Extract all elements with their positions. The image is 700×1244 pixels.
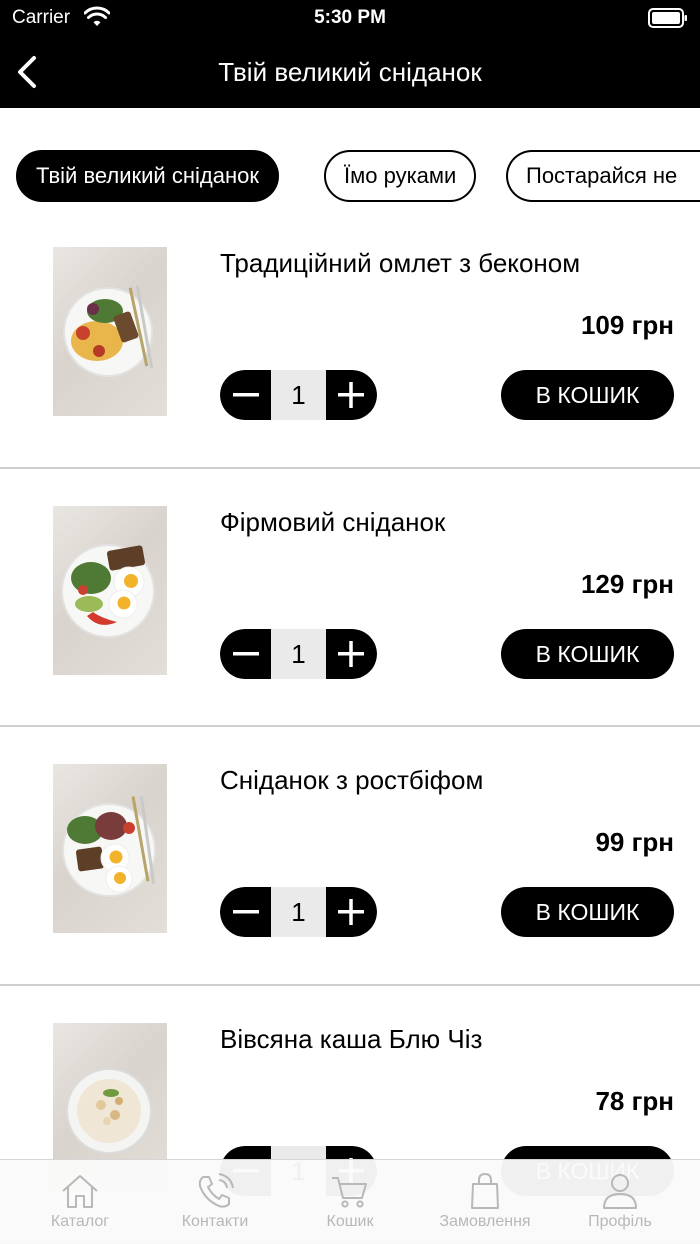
- shopping-bag-icon: [471, 1172, 499, 1209]
- product-card: Традиційний омлет з беконом 109 грн 1 В …: [0, 210, 700, 469]
- quantity-value: 1: [271, 887, 326, 937]
- decrease-button[interactable]: [220, 887, 271, 937]
- quantity-stepper: 1: [220, 887, 377, 937]
- minus-icon: [233, 393, 259, 397]
- tab-label: Контакти: [181, 1213, 249, 1230]
- product-card: Сніданок з ростбіфом 99 грн 1 В КОШИК: [0, 727, 700, 986]
- category-chips: Твій великий сніданок Їмо руками Постара…: [0, 150, 700, 204]
- tab-contacts[interactable]: Контакти: [145, 1160, 285, 1244]
- chip-category[interactable]: Їмо руками: [324, 150, 477, 202]
- chip-category[interactable]: Постарайся не: [506, 150, 700, 202]
- battery-icon: [648, 8, 688, 33]
- tab-orders[interactable]: Замовлення: [415, 1160, 555, 1244]
- decrease-button[interactable]: [220, 370, 271, 420]
- increase-button[interactable]: [326, 628, 377, 679]
- plus-icon: [338, 382, 364, 408]
- product-photo: [53, 247, 167, 416]
- quantity-value: 1: [271, 628, 326, 679]
- tab-label: Кошик: [326, 1213, 374, 1230]
- product-name: Вівсяна каша Блю Чіз: [220, 1023, 483, 1054]
- user-icon: [603, 1174, 637, 1209]
- minus-icon: [233, 651, 259, 655]
- product-photo: [53, 764, 167, 933]
- tab-label: Профіль: [588, 1213, 652, 1230]
- tab-label: Каталог: [50, 1213, 110, 1230]
- product-name: Традиційний омлет з беконом: [220, 248, 581, 278]
- nav-bar: Твій великий сніданок: [0, 36, 700, 108]
- product-name: Сніданок з ростбіфом: [220, 765, 484, 795]
- increase-button[interactable]: [326, 887, 377, 937]
- chip-category[interactable]: Твій великий сніданок: [16, 150, 279, 202]
- decrease-button[interactable]: [220, 628, 271, 679]
- tab-catalog[interactable]: Каталог: [10, 1160, 150, 1244]
- tab-bar: Каталог Контакти Кошик Замовлення Профіл…: [0, 1159, 700, 1244]
- quantity-value: 1: [271, 370, 326, 420]
- home-icon: [62, 1175, 98, 1208]
- product-price: 99 грн: [595, 827, 674, 857]
- plus-icon: [338, 899, 364, 925]
- product-price: 109 грн: [580, 310, 674, 340]
- product-card: Фірмовий сніданок 129 грн 1 В КОШИК: [0, 469, 700, 727]
- minus-icon: [233, 910, 259, 914]
- quantity-stepper: 1: [220, 370, 377, 420]
- status-bar: Carrier 5:30 PM: [0, 0, 700, 36]
- add-to-cart-button[interactable]: В КОШИК: [501, 887, 674, 937]
- add-to-cart-button[interactable]: В КОШИК: [501, 370, 674, 420]
- phone-icon: [198, 1173, 234, 1208]
- add-to-cart-button[interactable]: В КОШИК: [501, 628, 674, 679]
- tab-profile[interactable]: Профіль: [550, 1160, 690, 1244]
- product-price: 78 грн: [595, 1085, 674, 1116]
- increase-button[interactable]: [326, 370, 377, 420]
- plus-icon: [338, 640, 364, 667]
- product-list: Традиційний омлет з беконом 109 грн 1 В …: [0, 210, 700, 1244]
- product-price: 129 грн: [580, 568, 674, 599]
- page-title: Твій великий сніданок: [218, 57, 482, 87]
- product-photo: [53, 505, 167, 675]
- status-time: 5:30 PM: [314, 7, 386, 28]
- tab-label: Замовлення: [439, 1213, 531, 1230]
- product-name: Фірмовий сніданок: [220, 506, 446, 537]
- cart-icon: [332, 1177, 367, 1208]
- screen: Carrier 5:30 PM Твій великий сніданок Тв…: [0, 0, 700, 1244]
- tab-cart[interactable]: Кошик: [280, 1160, 420, 1244]
- quantity-stepper: 1: [220, 628, 377, 679]
